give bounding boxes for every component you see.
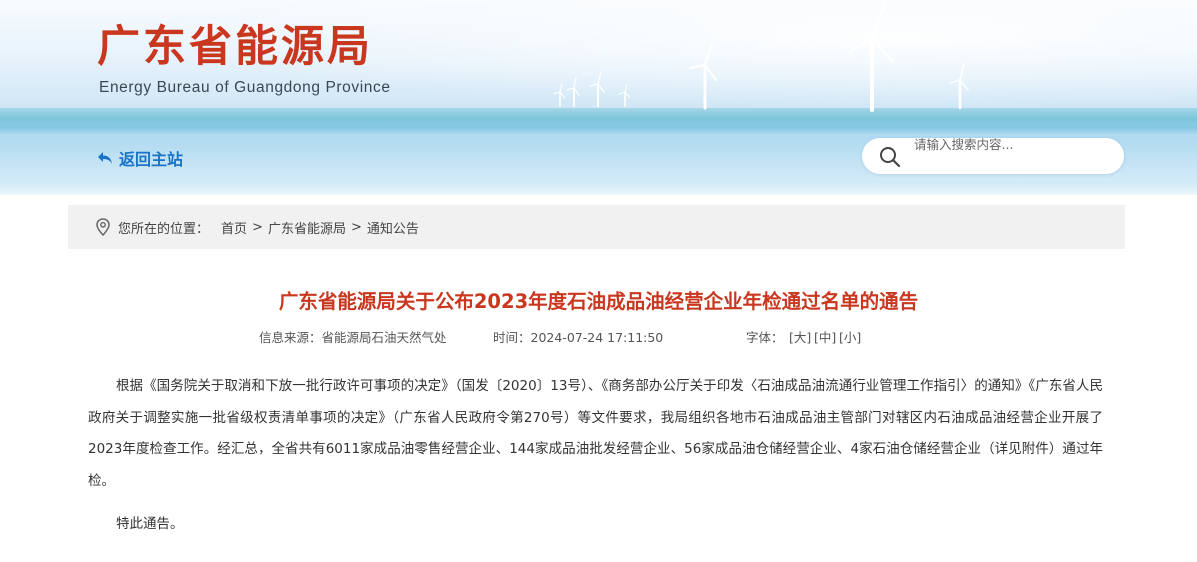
location-pin-icon [96,218,110,236]
breadcrumb-item-notices[interactable]: 通知公告 [367,218,419,237]
breadcrumb-separator: > [252,219,263,235]
search-box[interactable] [862,132,1124,174]
header-banner: 广东省能源局 Energy Bureau of Guangdong Provin… [0,0,1197,195]
site-subtitle: Energy Bureau of Guangdong Province [99,79,391,96]
font-size-small-button[interactable]: [小] [839,327,861,346]
back-to-main-site-link[interactable]: 返回主站 [97,147,183,169]
article-paragraph: 根据《国务院关于取消和下放一批行政许可事项的决定》（国发〔2020〕13号）、《… [88,378,1103,489]
article-time: 时间：2024-07-24 17:11:50 [493,330,664,345]
search-input[interactable] [912,132,1116,156]
site-title: 广东省能源局 [97,22,373,72]
search-icon[interactable] [879,146,901,172]
article-meta: 信息来源：省能源局石油天然气处 时间：2024-07-24 17:11:50 字… [0,327,1197,345]
font-size-label: 字体： [746,330,784,345]
font-size-large-button[interactable]: [大] [789,327,811,346]
breadcrumb-item-energy-bureau[interactable]: 广东省能源局 [268,218,346,237]
article-closing: 特此通告。 [116,516,184,532]
back-link-label: 返回主站 [119,150,184,169]
article-title: 广东省能源局关于公布2023年度石油成品油经营企业年检通过名单的通告 [278,290,919,313]
article-source: 信息来源：省能源局石油天然气处 [259,330,447,345]
font-size-medium-button[interactable]: [中] [814,327,836,346]
breadcrumb: 您所在的位置： 首页 > 广东省能源局 > 通知公告 [68,205,1125,249]
breadcrumb-separator: > [350,219,362,235]
breadcrumb-item-home[interactable]: 首页 [221,218,247,237]
breadcrumb-label: 您所在的位置： [118,221,210,237]
back-arrow-icon [97,151,113,165]
